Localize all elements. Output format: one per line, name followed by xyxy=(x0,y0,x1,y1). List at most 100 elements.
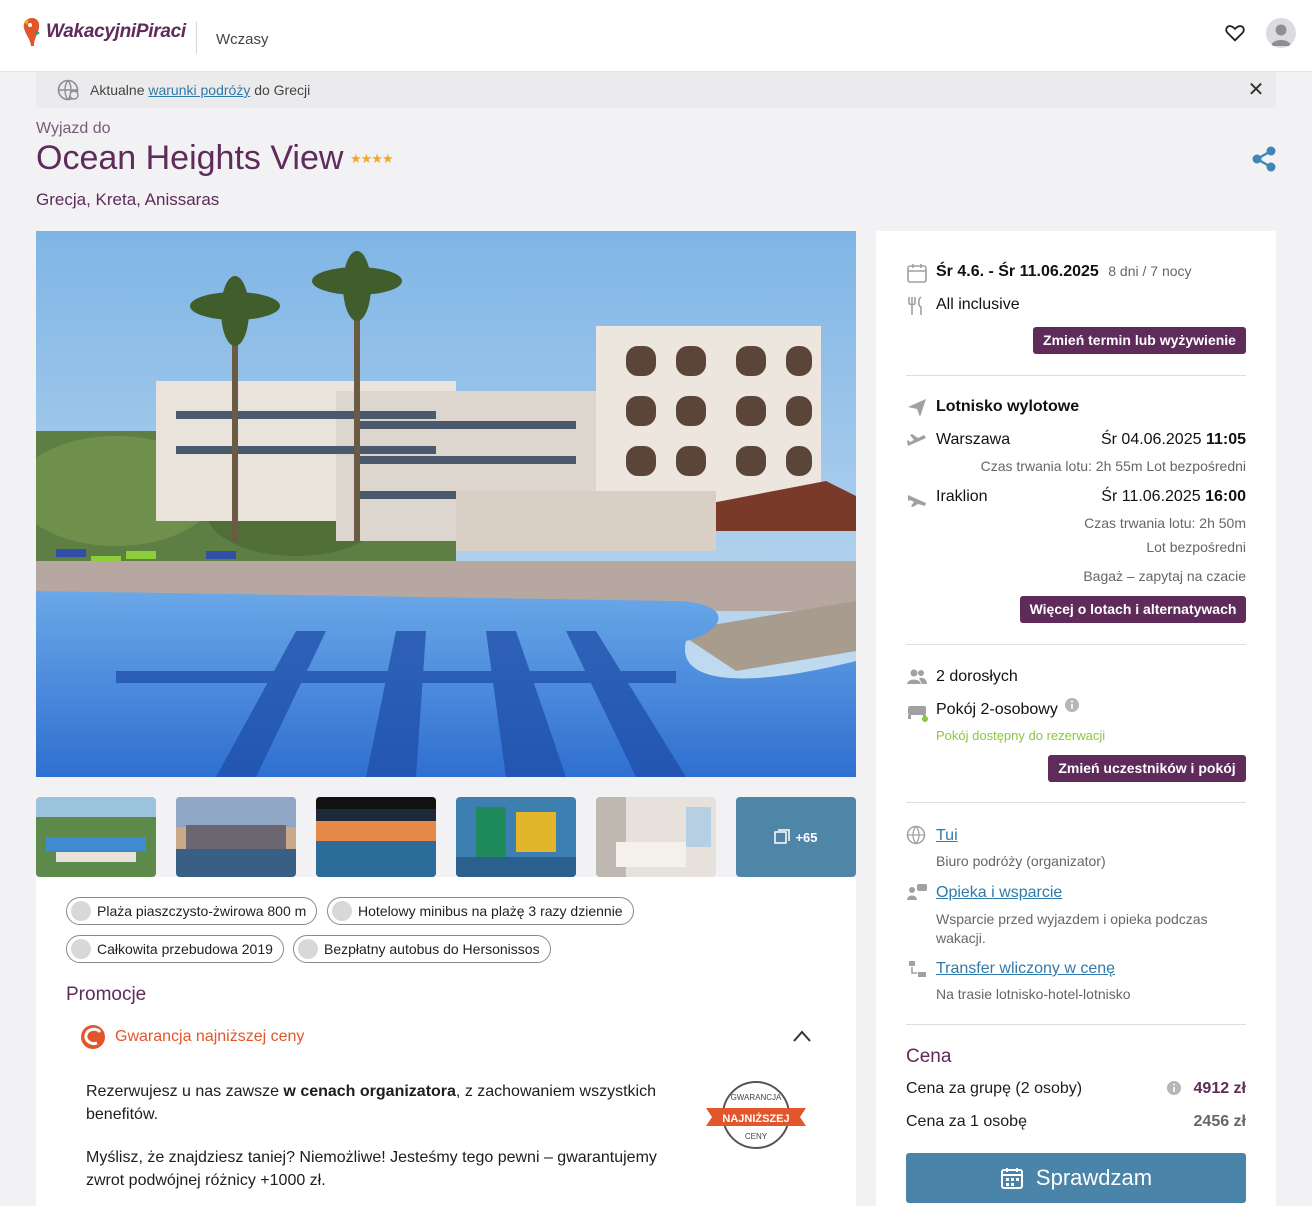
cutlery-icon xyxy=(908,296,922,315)
info-icon[interactable] xyxy=(1166,1080,1182,1096)
calendar-icon xyxy=(907,264,927,283)
seal-bottom-text: CENY xyxy=(745,1132,768,1141)
nav-item-wczasy[interactable]: Wczasy xyxy=(216,31,269,48)
divider xyxy=(906,375,1246,376)
info-icon[interactable] xyxy=(1064,697,1080,713)
trip-duration: 8 dni / 7 nocy xyxy=(1108,263,1192,279)
baggage-info: Bagaż – zapytaj na czacie xyxy=(1083,568,1246,584)
waterpark-image xyxy=(456,797,576,877)
travel-conditions-link[interactable]: warunki podróży xyxy=(148,82,250,98)
feature-tag: Całkowita przebudowa 2019 xyxy=(66,935,284,963)
gallery-more-button[interactable]: +65 xyxy=(736,797,856,877)
logo-text: WakacyjniPiraci xyxy=(46,21,186,42)
more-photos-count: +65 xyxy=(795,829,818,845)
infinity-pool-image xyxy=(316,797,436,877)
check-availability-button[interactable]: Sprawdzam xyxy=(906,1153,1246,1203)
gallery-thumb-3[interactable] xyxy=(316,797,436,877)
feature-tag: Hotelowy minibus na plażę 3 razy dzienni… xyxy=(327,897,634,925)
globe-icon xyxy=(906,825,926,845)
divider xyxy=(906,644,1246,645)
lowest-price-seal-icon: NAJNIŻSZEJ GWARANCJA CENY xyxy=(706,1081,806,1149)
promotions-heading: Promocje xyxy=(66,984,147,1005)
feature-tag: Bezpłatny autobus do Hersonissos xyxy=(293,935,551,963)
return-flight-direct: Lot bezpośredni xyxy=(1146,539,1246,555)
return-datetime: Śr 11.06.2025 16:00 xyxy=(1101,488,1246,506)
sunset-pool-image xyxy=(176,797,296,877)
transfer-desc: Na trasie lotnisko-hotel-lotnisko xyxy=(936,986,1131,1002)
gallery-thumb-1[interactable] xyxy=(36,797,156,877)
divider xyxy=(906,1024,1246,1025)
dates-value: Śr 4.6. - Śr 11.06.2025 xyxy=(936,263,1099,280)
trip-dates: Śr 4.6. - Śr 11.06.2025 8 dni / 7 nocy xyxy=(936,263,1192,281)
participants: 2 dorosłych xyxy=(936,668,1018,685)
logo[interactable]: WakacyjniPiraci xyxy=(22,16,186,48)
airport-label: Lotnisko wylotowe xyxy=(936,398,1079,416)
alert-prefix: Aktualne xyxy=(90,82,145,98)
gallery-thumb-2[interactable] xyxy=(176,797,296,877)
support-link[interactable]: Opieka i wsparcie xyxy=(936,884,1062,902)
chevron-up-icon[interactable] xyxy=(792,1028,812,1044)
plane-icon xyxy=(908,399,926,417)
pretitle: Wyjazd do xyxy=(36,120,111,137)
support-icon xyxy=(907,884,927,900)
guarantee-logo-icon xyxy=(81,1025,105,1049)
cta-label: Sprawdzam xyxy=(1035,1165,1153,1190)
photos-icon xyxy=(774,829,791,844)
alert-suffix: do Grecji xyxy=(254,82,311,98)
outbound-datetime: Śr 04.06.2025 11:05 xyxy=(1101,431,1246,449)
operator-desc: Biuro podróży (organizator) xyxy=(936,853,1106,869)
return-time: 16:00 xyxy=(1205,488,1246,505)
group-price: 4912 zł xyxy=(1193,1080,1246,1097)
hotel-room-image xyxy=(596,797,716,877)
travel-alert: Aktualne warunki podróży do Grecji ✕ xyxy=(36,72,1276,108)
resort-aerial-image xyxy=(36,797,156,877)
person-price: 2456 zł xyxy=(1193,1113,1246,1130)
transfer-link[interactable]: Transfer wliczony w cenę xyxy=(936,960,1115,978)
people-icon xyxy=(907,669,927,684)
support-desc: Wsparcie przed wyjazdem i opieka podczas… xyxy=(936,911,1208,946)
change-participants-button[interactable]: Zmień uczestników i pokój xyxy=(1048,755,1246,782)
feature-tag-label: Bezpłatny autobus do Hersonissos xyxy=(324,941,540,957)
header-divider xyxy=(196,22,197,54)
return-flight-duration: Czas trwania lotu: 2h 50m xyxy=(1084,515,1246,531)
landing-icon xyxy=(908,495,926,507)
check-icon xyxy=(71,901,91,921)
alert-text: Aktualne warunki podróży do Grecji xyxy=(90,82,310,98)
more-flights-button[interactable]: Więcej o lotach i alternatywach xyxy=(1020,596,1246,623)
avatar[interactable] xyxy=(1266,18,1296,48)
change-term-button[interactable]: Zmień termin lub wyżywienie xyxy=(1033,327,1246,354)
user-icon xyxy=(1271,24,1291,46)
price-heading: Cena xyxy=(906,1046,952,1067)
close-icon[interactable]: ✕ xyxy=(1246,80,1266,100)
outbound-city: Warszawa xyxy=(936,431,1011,448)
guarantee-accordion[interactable]: Gwarancja najniższej ceny xyxy=(80,1022,820,1052)
star-rating: ★★★★ xyxy=(350,151,394,166)
check-icon xyxy=(298,939,318,959)
seal-mid-text: NAJNIŻSZEJ xyxy=(722,1112,789,1125)
guarantee-paragraph-2: Myślisz, że znajdziesz taniej? Niemożliw… xyxy=(86,1149,657,1189)
share-icon[interactable] xyxy=(1250,145,1278,173)
operator-link[interactable]: Tui xyxy=(936,827,958,845)
board-type: All inclusive xyxy=(936,296,1020,313)
return-city: Iraklion xyxy=(936,488,988,505)
calendar-icon xyxy=(1000,1168,1023,1189)
p1-text-bold: w cenach organizatora xyxy=(283,1083,456,1100)
person-price-label: Cena za 1 osobę xyxy=(906,1113,1027,1130)
room-type: Pokój 2-osobowy xyxy=(936,701,1058,718)
heart-icon[interactable] xyxy=(1224,22,1246,44)
guarantee-paragraph-1: Rezerwujesz u nas zawsze w cenach organi… xyxy=(86,1080,676,1126)
globe-icon xyxy=(57,79,79,101)
transfer-icon xyxy=(909,961,926,977)
divider xyxy=(906,802,1246,803)
hotel-main-photo[interactable] xyxy=(36,231,856,777)
takeoff-icon xyxy=(907,434,926,446)
check-icon xyxy=(71,939,91,959)
bed-icon xyxy=(908,706,928,722)
group-price-label: Cena za grupę (2 osoby) xyxy=(906,1080,1083,1097)
gallery-thumb-4[interactable] xyxy=(456,797,576,877)
room-status: Pokój dostępny do rezerwacji xyxy=(936,728,1106,743)
hotel-location[interactable]: Grecja, Kreta, Anissaras xyxy=(36,190,219,210)
page-title: Ocean Heights View xyxy=(36,139,344,177)
p1-text-a: Rezerwujesz u nas zawsze xyxy=(86,1083,284,1100)
gallery-thumb-5[interactable] xyxy=(596,797,716,877)
